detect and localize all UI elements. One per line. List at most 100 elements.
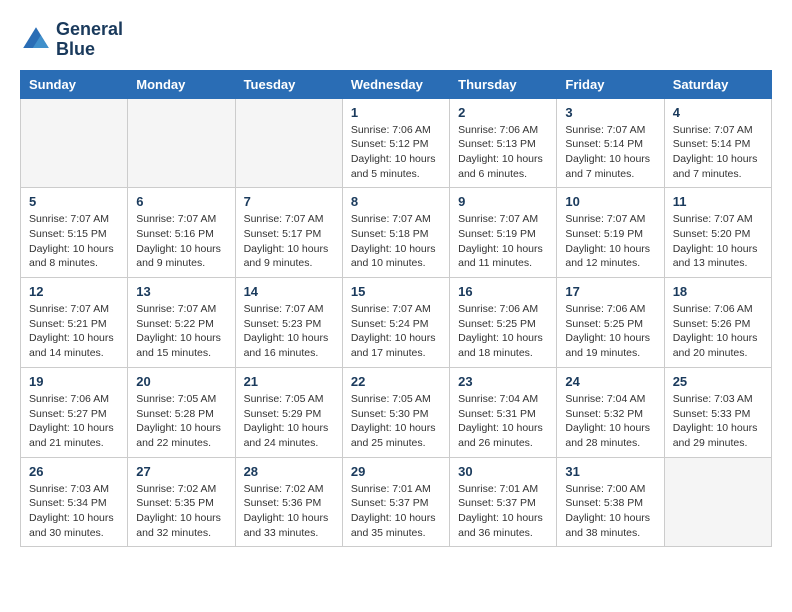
day-number: 27 [136, 464, 226, 479]
day-cell: 18 Sunrise: 7:06 AMSunset: 5:26 PMDayligh… [664, 278, 771, 368]
day-number: 18 [673, 284, 763, 299]
day-cell: 2 Sunrise: 7:06 AMSunset: 5:13 PMDaylight… [450, 98, 557, 188]
day-number: 26 [29, 464, 119, 479]
day-info: Sunrise: 7:03 AMSunset: 5:33 PMDaylight:… [673, 392, 763, 451]
week-row-4: 19Sunrise: 7:06 AMSunset: 5:27 PMDayligh… [21, 367, 772, 457]
day-number: 17 [565, 284, 655, 299]
day-number: 31 [565, 464, 655, 479]
day-info: Sunrise: 7:07 AMSunset: 5:21 PMDaylight:… [29, 302, 119, 361]
day-info: Sunrise: 7:07 AMSunset: 5:19 PMDaylight:… [565, 212, 655, 271]
day-info: Sunrise: 7:07 AMSunset: 5:19 PMDaylight:… [458, 212, 548, 271]
day-info: Sunrise: 7:06 AMSunset: 5:25 PMDaylight:… [458, 302, 548, 361]
day-cell: 22 Sunrise: 7:05 AMSunset: 5:30 PMDayligh… [342, 367, 449, 457]
day-cell: 6 Sunrise: 7:07 AMSunset: 5:16 PMDaylight… [128, 188, 235, 278]
day-info: Sunrise: 7:07 AMSunset: 5:14 PMDaylight:… [565, 123, 655, 182]
day-cell: 5 Sunrise: 7:07 AMSunset: 5:15 PMDaylight… [21, 188, 128, 278]
day-number: 3 [565, 105, 655, 120]
day-cell: 8Sunrise: 7:07 AMSunset: 5:18 PMDaylight… [342, 188, 449, 278]
day-cell: 4 Sunrise: 7:07 AMSunset: 5:14 PMDaylight… [664, 98, 771, 188]
day-cell: 21 Sunrise: 7:05 AMSunset: 5:29 PMDayligh… [235, 367, 342, 457]
day-cell: 9 Sunrise: 7:07 AMSunset: 5:19 PMDaylight… [450, 188, 557, 278]
day-cell [664, 457, 771, 547]
day-number: 14 [244, 284, 334, 299]
day-cell: 27 Sunrise: 7:02 AMSunset: 5:35 PMDayligh… [128, 457, 235, 547]
day-number: 9 [458, 194, 548, 209]
day-cell: 13 Sunrise: 7:07 AMSunset: 5:22 PMDayligh… [128, 278, 235, 368]
logo: General Blue [20, 20, 123, 60]
day-number: 2 [458, 105, 548, 120]
day-info: Sunrise: 7:07 AMSunset: 5:14 PMDaylight:… [673, 123, 763, 182]
week-row-1: 1Sunrise: 7:06 AMSunset: 5:12 PMDaylight… [21, 98, 772, 188]
day-cell: 1Sunrise: 7:06 AMSunset: 5:12 PMDaylight… [342, 98, 449, 188]
day-number: 10 [565, 194, 655, 209]
weekday-header-monday: Monday [128, 70, 235, 98]
day-info: Sunrise: 7:05 AMSunset: 5:28 PMDaylight:… [136, 392, 226, 451]
day-cell: 25 Sunrise: 7:03 AMSunset: 5:33 PMDayligh… [664, 367, 771, 457]
week-row-2: 5 Sunrise: 7:07 AMSunset: 5:15 PMDaylight… [21, 188, 772, 278]
day-number: 29 [351, 464, 441, 479]
day-info: Sunrise: 7:05 AMSunset: 5:29 PMDaylight:… [244, 392, 334, 451]
day-cell: 24Sunrise: 7:04 AMSunset: 5:32 PMDayligh… [557, 367, 664, 457]
day-cell [128, 98, 235, 188]
day-info: Sunrise: 7:02 AMSunset: 5:36 PMDaylight:… [244, 482, 334, 541]
day-number: 15 [351, 284, 441, 299]
day-number: 6 [136, 194, 226, 209]
day-info: Sunrise: 7:06 AMSunset: 5:26 PMDaylight:… [673, 302, 763, 361]
day-cell: 19Sunrise: 7:06 AMSunset: 5:27 PMDayligh… [21, 367, 128, 457]
day-cell: 23Sunrise: 7:04 AMSunset: 5:31 PMDayligh… [450, 367, 557, 457]
day-number: 11 [673, 194, 763, 209]
day-info: Sunrise: 7:03 AMSunset: 5:34 PMDaylight:… [29, 482, 119, 541]
day-number: 13 [136, 284, 226, 299]
day-cell: 16Sunrise: 7:06 AMSunset: 5:25 PMDayligh… [450, 278, 557, 368]
day-cell: 3 Sunrise: 7:07 AMSunset: 5:14 PMDaylight… [557, 98, 664, 188]
day-number: 8 [351, 194, 441, 209]
weekday-header-saturday: Saturday [664, 70, 771, 98]
weekday-header-wednesday: Wednesday [342, 70, 449, 98]
day-info: Sunrise: 7:07 AMSunset: 5:16 PMDaylight:… [136, 212, 226, 271]
day-info: Sunrise: 7:07 AMSunset: 5:22 PMDaylight:… [136, 302, 226, 361]
day-info: Sunrise: 7:02 AMSunset: 5:35 PMDaylight:… [136, 482, 226, 541]
day-cell [235, 98, 342, 188]
logo-icon [20, 24, 52, 56]
day-number: 30 [458, 464, 548, 479]
day-info: Sunrise: 7:06 AMSunset: 5:25 PMDaylight:… [565, 302, 655, 361]
day-cell: 14 Sunrise: 7:07 AMSunset: 5:23 PMDayligh… [235, 278, 342, 368]
week-row-5: 26 Sunrise: 7:03 AMSunset: 5:34 PMDayligh… [21, 457, 772, 547]
weekday-header-row: SundayMondayTuesdayWednesdayThursdayFrid… [21, 70, 772, 98]
day-number: 19 [29, 374, 119, 389]
day-cell: 7 Sunrise: 7:07 AMSunset: 5:17 PMDaylight… [235, 188, 342, 278]
day-cell: 12 Sunrise: 7:07 AMSunset: 5:21 PMDayligh… [21, 278, 128, 368]
day-info: Sunrise: 7:06 AMSunset: 5:13 PMDaylight:… [458, 123, 548, 182]
day-number: 28 [244, 464, 334, 479]
day-number: 24 [565, 374, 655, 389]
weekday-header-sunday: Sunday [21, 70, 128, 98]
day-number: 7 [244, 194, 334, 209]
day-cell: 26 Sunrise: 7:03 AMSunset: 5:34 PMDayligh… [21, 457, 128, 547]
day-number: 4 [673, 105, 763, 120]
day-info: Sunrise: 7:01 AMSunset: 5:37 PMDaylight:… [351, 482, 441, 541]
day-cell: 31Sunrise: 7:00 AMSunset: 5:38 PMDayligh… [557, 457, 664, 547]
day-info: Sunrise: 7:07 AMSunset: 5:15 PMDaylight:… [29, 212, 119, 271]
week-row-3: 12 Sunrise: 7:07 AMSunset: 5:21 PMDayligh… [21, 278, 772, 368]
day-number: 22 [351, 374, 441, 389]
day-number: 12 [29, 284, 119, 299]
day-info: Sunrise: 7:07 AMSunset: 5:23 PMDaylight:… [244, 302, 334, 361]
day-number: 5 [29, 194, 119, 209]
day-info: Sunrise: 7:06 AMSunset: 5:12 PMDaylight:… [351, 123, 441, 182]
day-number: 25 [673, 374, 763, 389]
logo-text: General Blue [56, 20, 123, 60]
day-number: 23 [458, 374, 548, 389]
weekday-header-tuesday: Tuesday [235, 70, 342, 98]
weekday-header-friday: Friday [557, 70, 664, 98]
day-info: Sunrise: 7:01 AMSunset: 5:37 PMDaylight:… [458, 482, 548, 541]
day-cell: 10 Sunrise: 7:07 AMSunset: 5:19 PMDayligh… [557, 188, 664, 278]
day-cell: 29 Sunrise: 7:01 AMSunset: 5:37 PMDayligh… [342, 457, 449, 547]
calendar-table: SundayMondayTuesdayWednesdayThursdayFrid… [20, 70, 772, 548]
day-cell: 17 Sunrise: 7:06 AMSunset: 5:25 PMDayligh… [557, 278, 664, 368]
day-cell: 20Sunrise: 7:05 AMSunset: 5:28 PMDayligh… [128, 367, 235, 457]
day-number: 21 [244, 374, 334, 389]
day-info: Sunrise: 7:05 AMSunset: 5:30 PMDaylight:… [351, 392, 441, 451]
day-cell [21, 98, 128, 188]
day-info: Sunrise: 7:07 AMSunset: 5:24 PMDaylight:… [351, 302, 441, 361]
day-info: Sunrise: 7:07 AMSunset: 5:17 PMDaylight:… [244, 212, 334, 271]
